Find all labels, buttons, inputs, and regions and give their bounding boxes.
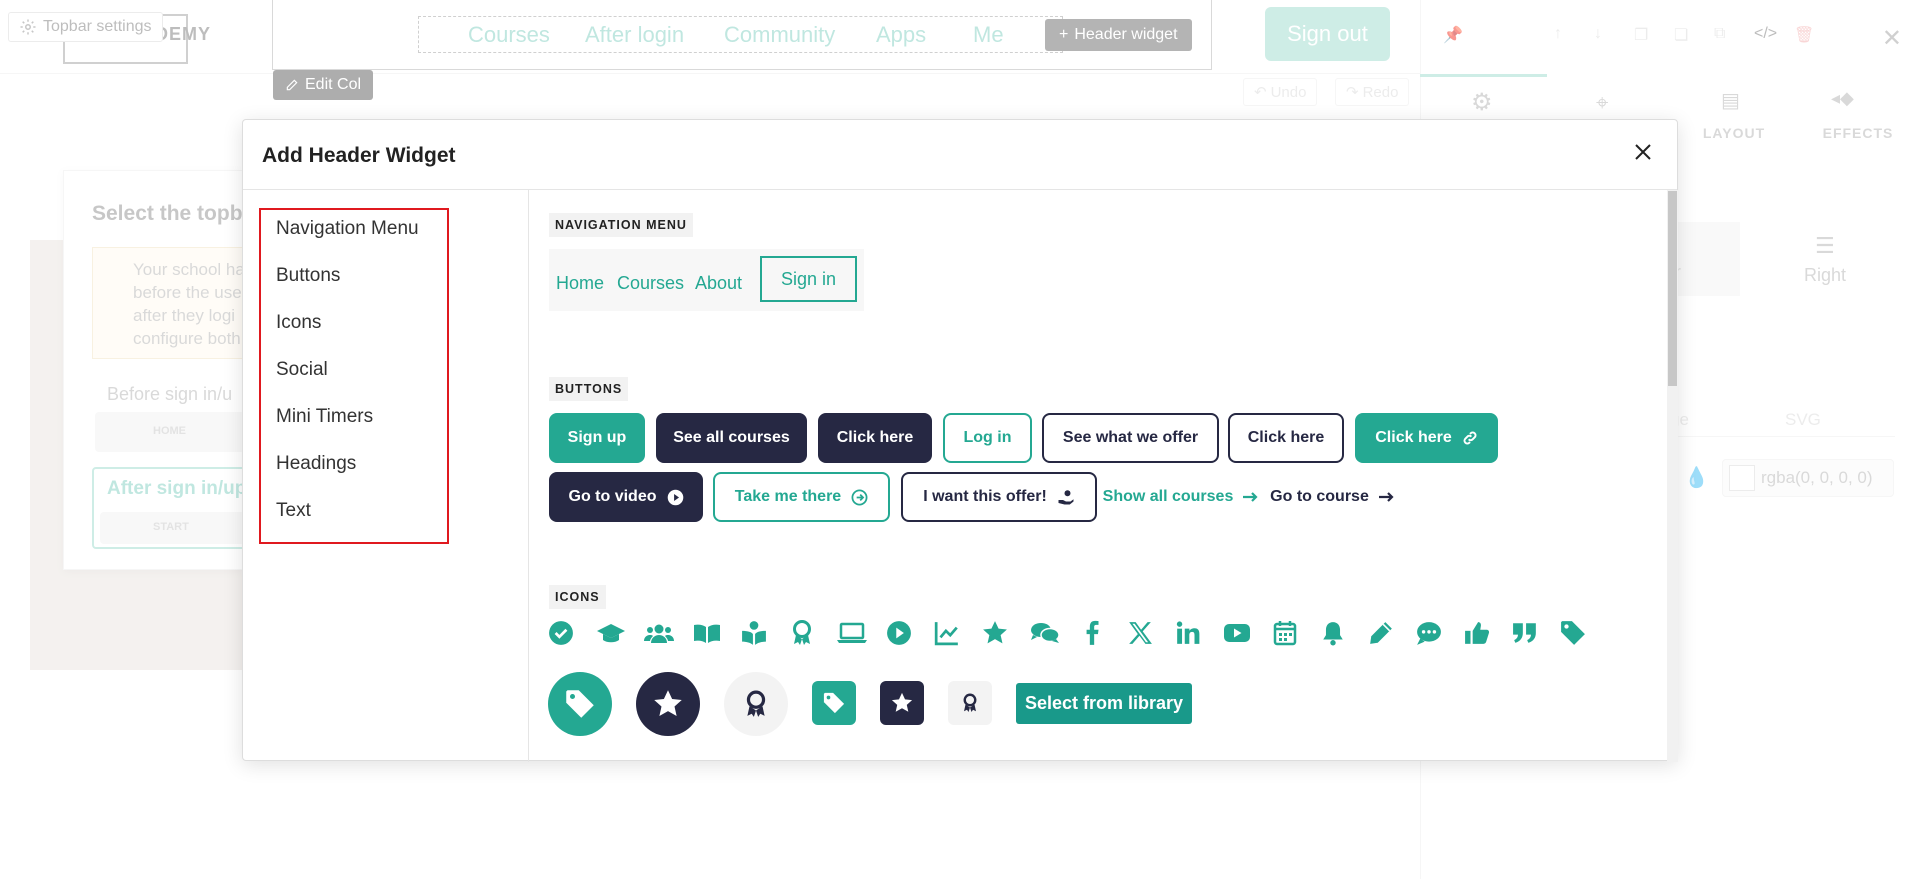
- x-twitter-icon[interactable]: [1127, 620, 1153, 646]
- add-header-widget-modal: Add Header Widget Navigation Menu Button…: [242, 119, 1678, 762]
- click-here-dark-label: Click here: [836, 429, 914, 446]
- pencil-icon[interactable]: [1368, 620, 1394, 646]
- modal-sidebar-divider: [528, 190, 529, 762]
- link-icon: [1462, 430, 1478, 446]
- check-circle-icon[interactable]: [548, 620, 574, 646]
- click-here-outline-button[interactable]: Click here: [1228, 413, 1344, 463]
- play-circle-icon[interactable]: [886, 620, 912, 646]
- graduation-cap-icon[interactable]: [596, 620, 625, 646]
- bell-icon[interactable]: [1320, 620, 1346, 646]
- go-to-course-label: Go to course: [1270, 488, 1369, 505]
- show-all-courses-link[interactable]: Show all courses: [1102, 472, 1259, 522]
- star-circle-icon[interactable]: [636, 672, 700, 736]
- click-here-outline-label: Click here: [1247, 429, 1325, 446]
- users-icon[interactable]: [644, 620, 674, 646]
- calendar-icon[interactable]: [1273, 620, 1299, 646]
- log-in-label: Log in: [963, 429, 1012, 446]
- arrow-right-icon: [1243, 491, 1259, 503]
- see-what-we-offer-label: See what we offer: [1062, 429, 1199, 446]
- arrow-right-icon: [1378, 491, 1395, 503]
- hand-holding-icon: [1057, 488, 1075, 506]
- menu-item-text[interactable]: Text: [276, 500, 311, 522]
- menu-item-social[interactable]: Social: [276, 359, 328, 381]
- section-label-buttons: BUTTONS: [549, 377, 629, 401]
- tag-icon[interactable]: [1560, 620, 1586, 646]
- section-label-navigation: NAVIGATION MENU: [549, 213, 693, 237]
- sign-up-label: Sign up: [567, 429, 627, 446]
- thumbs-up-icon[interactable]: [1464, 620, 1490, 646]
- section-label-icons: ICONS: [549, 585, 606, 609]
- i-want-this-offer-button[interactable]: I want this offer!: [901, 472, 1097, 522]
- go-to-video-label: Go to video: [568, 488, 657, 505]
- linkedin-icon[interactable]: [1175, 620, 1201, 646]
- see-what-we-offer-button[interactable]: See what we offer: [1042, 413, 1219, 463]
- tag-square-icon[interactable]: [812, 681, 856, 725]
- play-circle-icon: [667, 489, 684, 506]
- book-reader-icon[interactable]: [741, 620, 767, 646]
- log-in-button[interactable]: Log in: [943, 413, 1032, 463]
- modal-header-divider: [243, 189, 1677, 190]
- click-here-dark-button[interactable]: Click here: [818, 413, 932, 463]
- tag-circle-icon[interactable]: [548, 672, 612, 736]
- chart-line-icon[interactable]: [934, 620, 960, 646]
- menu-item-mini-timers[interactable]: Mini Timers: [276, 406, 373, 428]
- modal-title: Add Header Widget: [262, 144, 456, 167]
- award-icon[interactable]: [790, 620, 816, 646]
- comments-icon[interactable]: [1030, 620, 1060, 646]
- menu-item-buttons[interactable]: Buttons: [276, 265, 340, 287]
- menu-item-icons[interactable]: Icons: [276, 312, 321, 334]
- take-me-there-button[interactable]: Take me there: [713, 472, 890, 522]
- comment-dots-icon[interactable]: [1416, 620, 1442, 646]
- award-square-icon[interactable]: [948, 681, 992, 725]
- nav-preview-sign-in: Sign in: [760, 256, 857, 302]
- go-to-course-link[interactable]: Go to course: [1265, 472, 1400, 522]
- nav-menu-preview[interactable]: Home Courses About Sign in: [549, 249, 864, 311]
- facebook-icon[interactable]: [1079, 620, 1105, 646]
- click-here-link-button[interactable]: Click here: [1355, 413, 1498, 463]
- laptop-icon[interactable]: [837, 620, 867, 646]
- nav-preview-home: Home: [556, 273, 605, 293]
- i-want-this-offer-label: I want this offer!: [923, 488, 1047, 505]
- nav-preview-about: About: [695, 273, 743, 293]
- select-from-library-button[interactable]: Select from library: [1016, 683, 1192, 724]
- menu-item-navigation-menu[interactable]: Navigation Menu: [276, 218, 419, 240]
- scrollbar-thumb[interactable]: [1668, 191, 1677, 386]
- take-me-there-label: Take me there: [734, 488, 842, 505]
- award-circle-icon[interactable]: [724, 672, 788, 736]
- see-all-courses-label: See all courses: [673, 429, 790, 446]
- book-open-icon[interactable]: [693, 620, 720, 646]
- sign-up-button[interactable]: Sign up: [549, 413, 645, 463]
- youtube-icon[interactable]: [1223, 620, 1250, 646]
- see-all-courses-button[interactable]: See all courses: [656, 413, 807, 463]
- star-square-icon[interactable]: [880, 681, 924, 725]
- go-to-video-button[interactable]: Go to video: [549, 472, 703, 522]
- menu-item-headings[interactable]: Headings: [276, 453, 356, 475]
- arrow-circle-right-icon: [851, 489, 868, 506]
- show-all-courses-label: Show all courses: [1102, 488, 1234, 505]
- click-here-link-label: Click here: [1375, 429, 1452, 446]
- nav-preview-courses: Courses: [617, 273, 685, 293]
- star-icon[interactable]: [982, 620, 1008, 646]
- close-icon[interactable]: [1629, 138, 1657, 166]
- widget-category-menu: Navigation Menu Buttons Icons Social Min…: [259, 208, 449, 544]
- quote-icon[interactable]: [1512, 620, 1538, 646]
